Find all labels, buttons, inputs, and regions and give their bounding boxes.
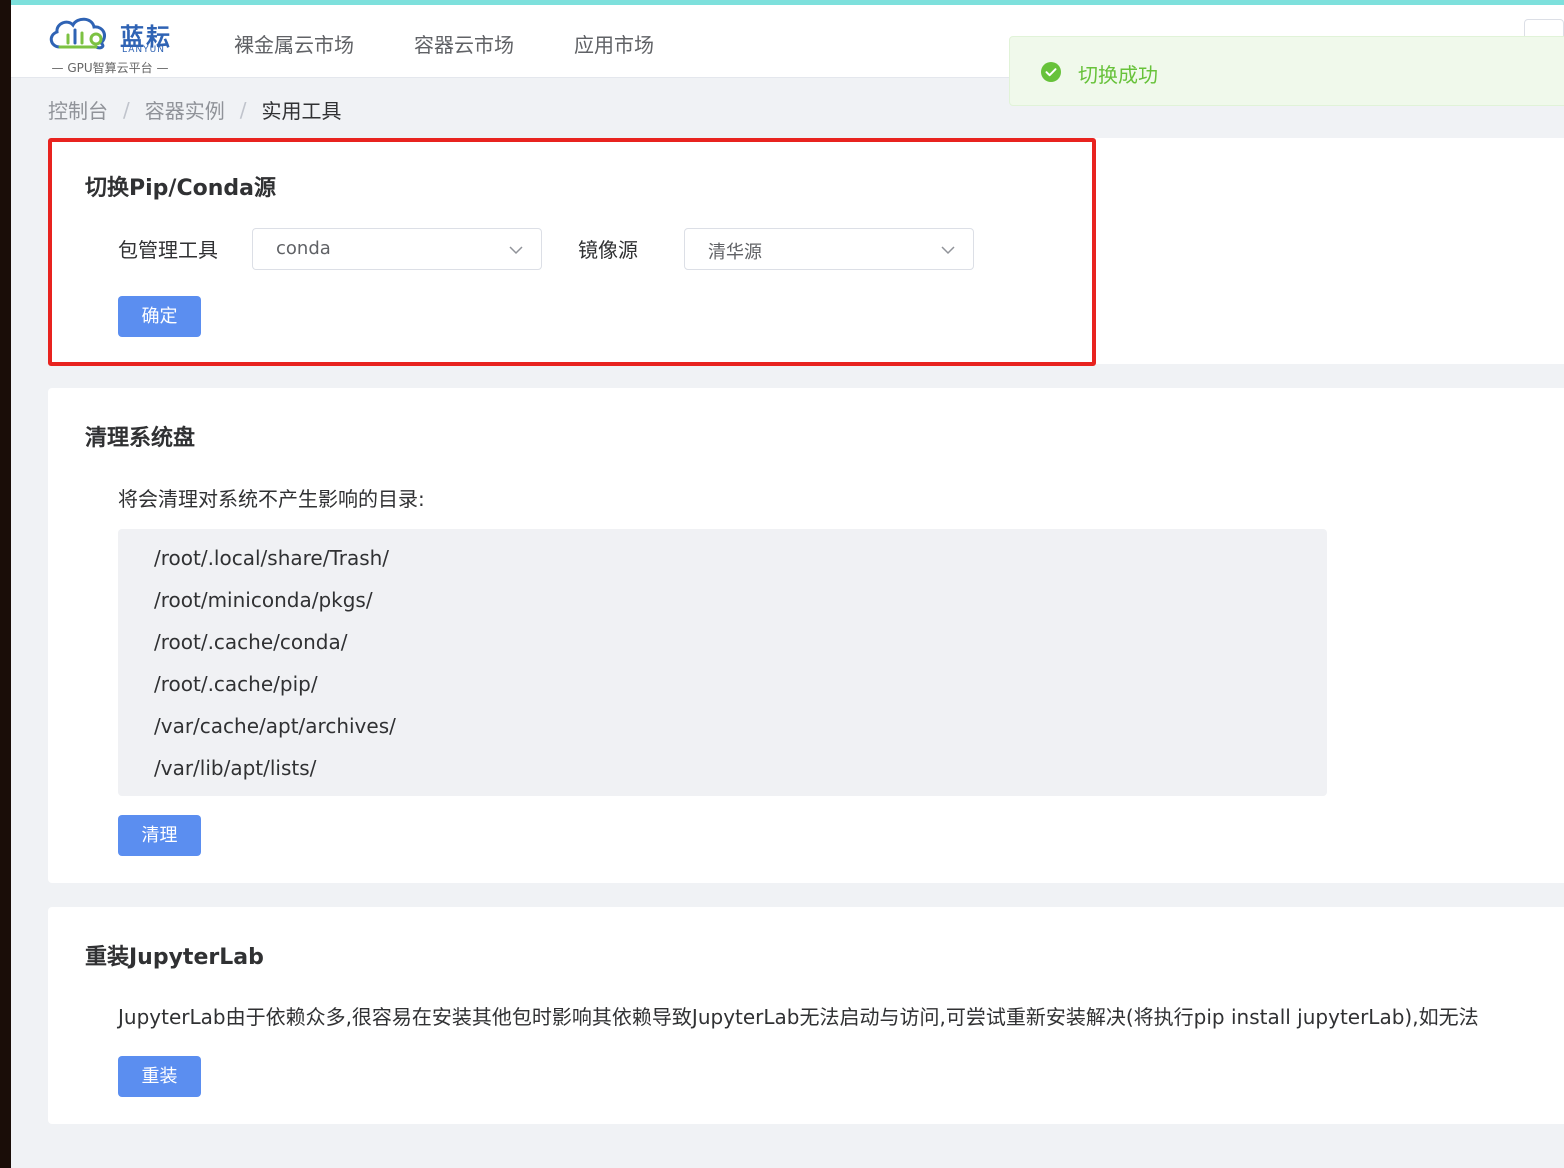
main-nav: 裸金属云市场 容器云市场 应用市场: [234, 29, 714, 58]
window-edge: [0, 0, 11, 1168]
path-item: /root/.cache/conda/: [154, 630, 348, 654]
mirror-select[interactable]: 清华源: [684, 228, 974, 270]
app-root: 蓝耘 LANYUN — GPU智算云平台 — 裸金属云市场 容器云市场 应用市场…: [0, 0, 1564, 1168]
breadcrumb-separator: /: [239, 97, 247, 122]
success-toast: 切换成功: [1009, 36, 1564, 106]
breadcrumb-console[interactable]: 控制台: [48, 95, 108, 124]
top-accent-strip: [11, 0, 1564, 5]
chevron-down-icon: [941, 246, 955, 255]
path-item: /root/.cache/pip/: [154, 672, 318, 696]
reinstall-title: 重装JupyterLab: [85, 945, 264, 970]
pip-conda-title: 切换Pip/Conda源: [85, 176, 276, 201]
clean-disk-card: 清理系统盘 将会清理对系统不产生影响的目录: /root/.local/shar…: [48, 388, 1564, 883]
toast-message: 切换成功: [1078, 63, 1158, 87]
reinstall-description: JupyterLab由于依赖众多,很容易在安装其他包时影响其依赖导致Jupyte…: [118, 1005, 1479, 1029]
nav-item-bare-metal[interactable]: 裸金属云市场: [234, 29, 354, 58]
package-tool-label: 包管理工具: [118, 238, 218, 262]
clean-disk-description: 将会清理对系统不产生影响的目录:: [118, 487, 425, 511]
reinstall-button[interactable]: 重装: [118, 1056, 201, 1097]
path-list: /root/.local/share/Trash/ /root/minicond…: [118, 529, 1327, 796]
path-item: /root/miniconda/pkgs/: [154, 588, 373, 612]
breadcrumb-container-instance[interactable]: 容器实例: [145, 95, 225, 124]
breadcrumb-current: 实用工具: [261, 99, 342, 123]
package-tool-select[interactable]: conda: [252, 228, 542, 270]
clean-disk-title: 清理系统盘: [85, 426, 196, 451]
package-tool-value: conda: [276, 238, 331, 259]
path-item: /root/.local/share/Trash/: [154, 546, 390, 570]
check-circle-icon: [1041, 62, 1061, 82]
breadcrumb: 控制台 / 容器实例 / 实用工具: [48, 95, 342, 124]
breadcrumb-separator: /: [123, 97, 130, 122]
confirm-button[interactable]: 确定: [118, 296, 201, 337]
mirror-label: 镜像源: [578, 238, 638, 262]
mirror-value: 清华源: [708, 242, 762, 263]
brand-subtitle-text: GPU智算云平台: [67, 61, 153, 75]
nav-item-app-market[interactable]: 应用市场: [574, 29, 654, 58]
nav-item-container-cloud[interactable]: 容器云市场: [414, 29, 514, 58]
brand-name-en: LANYUN: [122, 45, 165, 55]
clean-button[interactable]: 清理: [118, 815, 201, 856]
path-item: /var/cache/apt/archives/: [154, 714, 396, 738]
brand-logo[interactable]: 蓝耘 LANYUN — GPU智算云平台 —: [46, 13, 186, 75]
cloud-logo-icon: [49, 17, 106, 50]
path-item: /var/lib/apt/lists/: [154, 756, 317, 780]
brand-subtitle: — GPU智算云平台 —: [51, 61, 169, 75]
chevron-down-icon: [509, 246, 523, 255]
pip-conda-card: 切换Pip/Conda源 包管理工具 conda 镜像源 清华源 确定: [48, 138, 1564, 364]
reinstall-jupyterlab-card: 重装JupyterLab JupyterLab由于依赖众多,很容易在安装其他包时…: [48, 907, 1564, 1124]
